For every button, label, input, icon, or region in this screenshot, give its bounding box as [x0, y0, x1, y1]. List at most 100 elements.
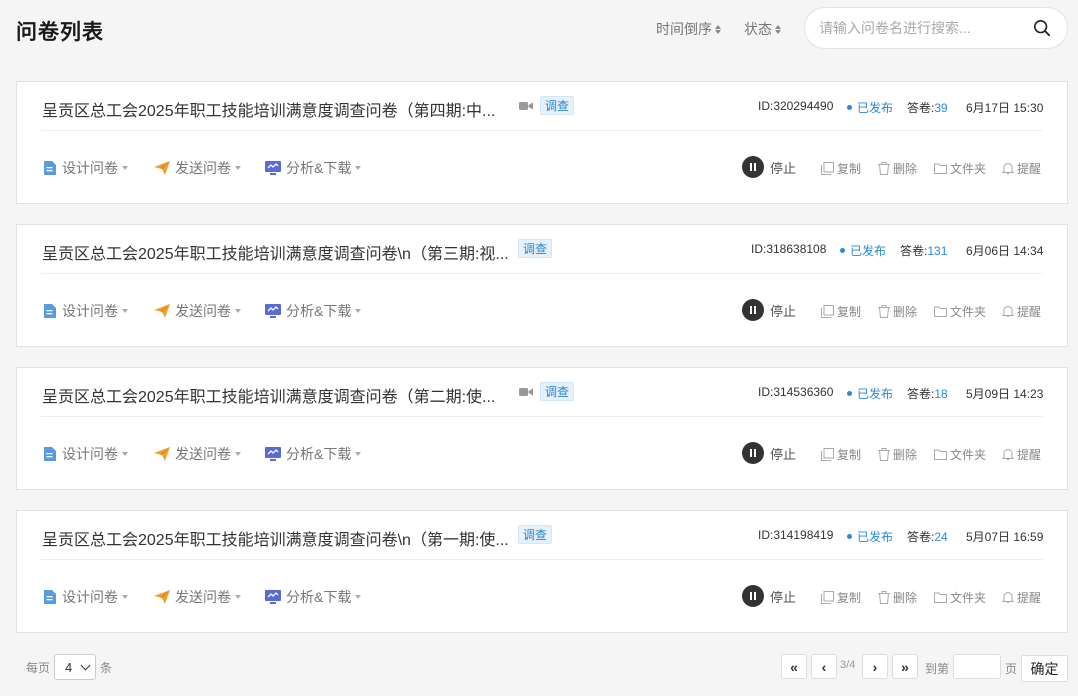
send-survey-label: 发送问卷 [175, 303, 231, 319]
status-text: 已发布 [857, 101, 894, 115]
goto-label: 到第 [925, 662, 950, 676]
remind-button[interactable]: 提醒 [1002, 303, 1041, 320]
search-box [804, 7, 1068, 49]
delete-button[interactable]: 删除 [878, 160, 917, 177]
status-badge: 已发布 [847, 385, 893, 402]
delete-button[interactable]: 删除 [878, 303, 917, 320]
bell-icon [1002, 163, 1014, 174]
stop-button[interactable]: 停止 [742, 585, 796, 607]
stop-button[interactable]: 停止 [742, 299, 796, 321]
send-survey-button[interactable]: 发送问卷 [154, 301, 241, 321]
survey-type-badge: 调查 [518, 525, 553, 544]
copy-icon [821, 305, 834, 318]
remind-button[interactable]: 提醒 [1002, 446, 1041, 463]
survey-id: ID:320294490 [758, 99, 834, 113]
search-input[interactable] [819, 18, 1024, 38]
send-survey-button[interactable]: 发送问卷 [154, 444, 241, 464]
design-doc-icon [44, 304, 56, 318]
sort-arrows-icon [775, 24, 781, 34]
survey-date: 6月17日 15:30 [966, 101, 1044, 115]
goto-page-input[interactable] [953, 654, 1001, 679]
chevron-down-icon [355, 452, 362, 456]
survey-title[interactable]: 呈贡区总工会2025年职工技能培训满意度调查问卷（第四期:中... [42, 97, 495, 121]
folder-button[interactable]: 文件夹 [934, 589, 986, 606]
sort-arrows-icon [715, 24, 721, 34]
delete-label: 删除 [893, 591, 918, 605]
search-icon[interactable] [1033, 19, 1051, 37]
stop-label: 停止 [770, 303, 797, 319]
pause-icon [742, 156, 764, 178]
delete-button[interactable]: 删除 [878, 446, 917, 463]
delete-label: 删除 [893, 448, 918, 462]
answers-count-label[interactable]: 答卷:131 [900, 242, 947, 259]
folder-icon [934, 306, 947, 317]
survey-id: ID:314536360 [758, 385, 834, 399]
status-dot-icon [847, 534, 852, 540]
survey-title[interactable]: 呈贡区总工会2025年职工技能培训满意度调查问卷\n（第三期:视... [42, 240, 509, 264]
analyze-download-label: 分析&下载 [286, 303, 352, 319]
folder-button[interactable]: 文件夹 [934, 303, 986, 320]
stop-label: 停止 [770, 160, 797, 176]
design-survey-button[interactable]: 设计问卷 [43, 444, 128, 464]
per-page-unit: 条 [100, 660, 113, 675]
answers-prefix: 答卷: [900, 244, 928, 258]
survey-title[interactable]: 呈贡区总工会2025年职工技能培训满意度调查问卷（第二期:使... [42, 383, 495, 407]
per-page-select[interactable]: 4 [54, 654, 97, 680]
folder-button[interactable]: 文件夹 [934, 160, 986, 177]
stop-button[interactable]: 停止 [742, 156, 796, 178]
prev-page-button[interactable]: ‹ [811, 654, 837, 679]
analyze-download-button[interactable]: 分析&下载 [265, 301, 362, 321]
status-badge: 已发布 [840, 242, 886, 259]
design-survey-button[interactable]: 设计问卷 [43, 301, 128, 321]
stop-label: 停止 [770, 589, 797, 605]
design-doc-icon [44, 447, 56, 461]
analyze-download-label: 分析&下载 [286, 160, 352, 176]
answers-prefix: 答卷: [907, 387, 935, 401]
status-badge: 已发布 [847, 99, 893, 116]
sort-time-dropdown[interactable]: 时间倒序 [656, 19, 721, 39]
status-filter-dropdown[interactable]: 状态 [744, 19, 781, 39]
survey-title[interactable]: 呈贡区总工会2025年职工技能培训满意度调查问卷\n（第一期:使... [42, 526, 509, 550]
last-page-button[interactable]: » [892, 654, 918, 679]
answers-count: 39 [934, 101, 948, 115]
analyze-download-button[interactable]: 分析&下载 [265, 587, 362, 607]
copy-button[interactable]: 复制 [821, 160, 861, 177]
chevron-down-icon [355, 595, 362, 599]
remind-button[interactable]: 提醒 [1002, 160, 1041, 177]
copy-button[interactable]: 复制 [821, 589, 861, 606]
answers-count-label[interactable]: 答卷:18 [907, 385, 948, 402]
confirm-goto-button[interactable]: 确定 [1021, 655, 1068, 682]
copy-icon [821, 591, 834, 604]
paper-plane-icon [154, 304, 170, 318]
next-page-button[interactable]: › [862, 654, 888, 679]
answers-prefix: 答卷: [907, 530, 935, 544]
copy-button[interactable]: 复制 [821, 446, 861, 463]
chevron-down-icon [235, 595, 241, 599]
stop-label: 停止 [770, 446, 797, 462]
trash-icon [878, 305, 890, 318]
copy-button[interactable]: 复制 [821, 303, 861, 320]
design-survey-button[interactable]: 设计问卷 [43, 587, 128, 607]
answers-count-label[interactable]: 答卷:39 [907, 99, 948, 116]
first-page-button[interactable]: « [781, 654, 807, 679]
design-survey-button[interactable]: 设计问卷 [43, 158, 128, 178]
send-survey-button[interactable]: 发送问卷 [154, 587, 241, 607]
pause-icon [742, 299, 764, 321]
status-dot-icon [847, 391, 852, 397]
answers-count: 131 [927, 244, 948, 258]
chevron-down-icon [355, 166, 362, 170]
stop-button[interactable]: 停止 [742, 442, 796, 464]
answers-count-label[interactable]: 答卷:24 [907, 528, 948, 545]
survey-type-badge: 调查 [518, 239, 553, 258]
delete-button[interactable]: 删除 [878, 589, 917, 606]
remind-button[interactable]: 提醒 [1002, 589, 1041, 606]
chevron-down-icon [355, 309, 362, 313]
video-icon [519, 388, 533, 396]
card-divider [41, 559, 1043, 560]
status-text: 已发布 [857, 530, 894, 544]
goto-unit: 页 [1005, 662, 1018, 676]
analyze-download-button[interactable]: 分析&下载 [265, 444, 362, 464]
analyze-download-button[interactable]: 分析&下载 [265, 158, 362, 178]
send-survey-button[interactable]: 发送问卷 [154, 158, 241, 178]
folder-button[interactable]: 文件夹 [934, 446, 986, 463]
